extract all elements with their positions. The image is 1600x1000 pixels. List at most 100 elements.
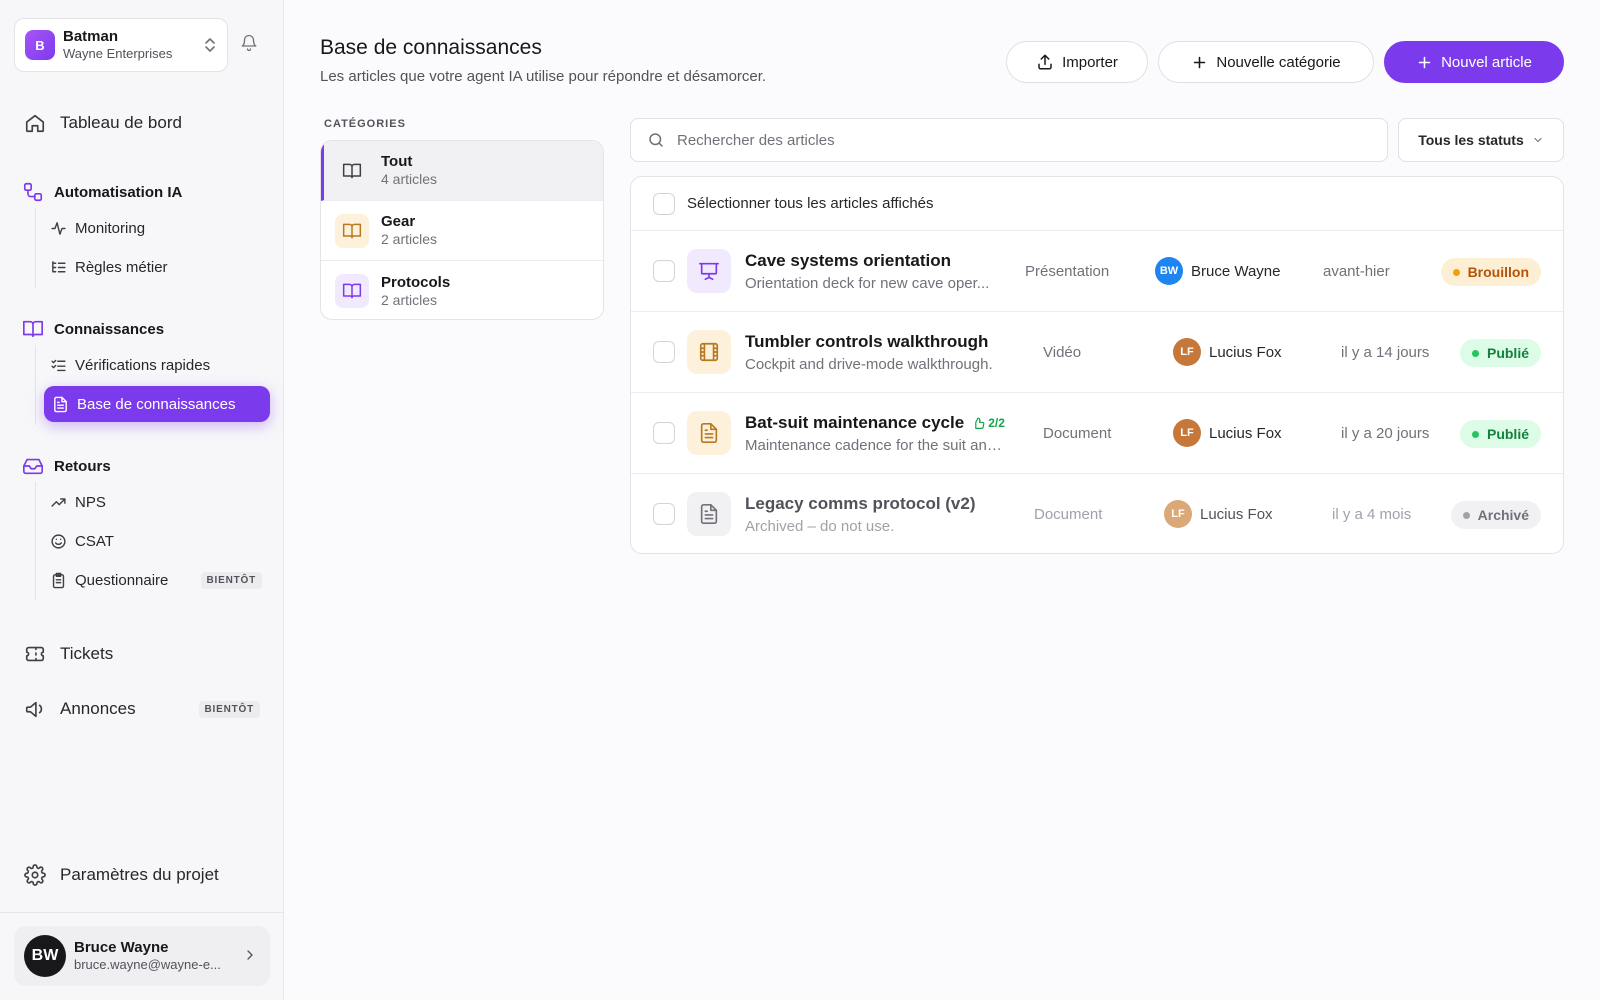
workspace-name: Batman bbox=[63, 28, 119, 46]
status-filter-select[interactable]: Tous les statuts bbox=[1398, 118, 1564, 162]
user-email: bruce.wayne@wayne-e... bbox=[74, 957, 221, 973]
status-filter-value: Tous les statuts bbox=[1418, 132, 1524, 148]
soon-badge: BIENTÔT bbox=[200, 571, 262, 589]
list-checks-icon bbox=[51, 359, 66, 371]
select-all-checkbox[interactable] bbox=[653, 192, 675, 215]
avatar: LF bbox=[1173, 338, 1201, 366]
status-dot bbox=[1471, 430, 1479, 438]
article-date: avant-hier bbox=[1323, 263, 1390, 280]
section-divider bbox=[35, 208, 36, 288]
search-bar bbox=[630, 118, 1388, 162]
category-item-all[interactable]: Tout 4 articles bbox=[321, 141, 603, 201]
new-category-button[interactable]: Nouvelle catégorie bbox=[1158, 41, 1374, 83]
row-checkbox[interactable] bbox=[653, 503, 675, 525]
trending-up-icon bbox=[51, 497, 66, 507]
row-checkbox[interactable] bbox=[653, 341, 675, 363]
import-button-label: Importer bbox=[1062, 53, 1118, 71]
page-subtitle: Les articles que votre agent IA utilise … bbox=[320, 68, 767, 85]
article-description: Orientation deck for new cave oper... bbox=[745, 275, 990, 292]
clipboard-icon bbox=[52, 572, 65, 588]
bell-icon[interactable] bbox=[240, 34, 258, 52]
category-item-protocols[interactable]: Protocols 2 articles bbox=[321, 261, 603, 319]
article-author: LF Lucius Fox bbox=[1173, 419, 1282, 447]
article-title[interactable]: Cave systems orientation bbox=[745, 251, 951, 271]
categories-list: Tout 4 articles Gear 2 articles Protocol… bbox=[320, 140, 604, 320]
article-description: Archived – do not use. bbox=[745, 518, 895, 535]
book-open-icon bbox=[335, 213, 369, 248]
status-badge: Archivé bbox=[1450, 501, 1541, 529]
article-title[interactable]: Tumbler controls walkthrough bbox=[745, 332, 988, 352]
nav-quick-checks-label: Vérifications rapides bbox=[75, 356, 211, 374]
article-type: Document bbox=[1034, 506, 1103, 523]
status-label: Archivé bbox=[1477, 507, 1529, 523]
article-title[interactable]: Legacy comms protocol (v2) bbox=[745, 494, 976, 514]
article-author: BW Bruce Wayne bbox=[1155, 257, 1280, 285]
category-item-gear[interactable]: Gear 2 articles bbox=[321, 201, 603, 261]
chevron-right-icon bbox=[247, 950, 253, 960]
categories-heading: CATÉGORIES bbox=[324, 118, 406, 130]
plus-icon bbox=[1418, 56, 1431, 68]
thumbs-up-icon bbox=[975, 416, 985, 429]
activity-icon bbox=[51, 221, 66, 235]
presentation-icon bbox=[687, 249, 731, 293]
film-icon bbox=[687, 330, 731, 374]
document-icon bbox=[687, 492, 731, 536]
inbox-icon bbox=[23, 458, 43, 475]
table-row[interactable]: Bat-suit maintenance cycle 2/2 Maintenan… bbox=[631, 393, 1563, 474]
nav-dashboard[interactable]: Tableau de bord bbox=[24, 112, 182, 134]
article-date: il y a 20 jours bbox=[1341, 425, 1430, 442]
article-type: Présentation bbox=[1025, 263, 1110, 280]
table-row[interactable]: Legacy comms protocol (v2) Archived – do… bbox=[631, 474, 1563, 553]
status-dot bbox=[1471, 349, 1479, 357]
list-header: Sélectionner tous les articles affichés bbox=[631, 177, 1563, 231]
book-open-icon bbox=[23, 320, 43, 338]
author-name: Bruce Wayne bbox=[1191, 262, 1281, 280]
row-checkbox[interactable] bbox=[653, 260, 675, 282]
nav-announcements[interactable]: Annonces BIENTÔT bbox=[24, 698, 260, 720]
article-date: il y a 14 jours bbox=[1341, 344, 1430, 361]
status-label: Publié bbox=[1486, 345, 1529, 361]
nav-project-settings[interactable]: Paramètres du projet bbox=[24, 864, 219, 886]
status-badge: Publié bbox=[1459, 339, 1541, 367]
nav-csat[interactable]: CSAT bbox=[44, 523, 270, 559]
section-knowledge: Connaissances bbox=[22, 318, 164, 340]
category-name: Protocols bbox=[381, 273, 451, 291]
nav-business-rules[interactable]: Règles métier bbox=[44, 249, 270, 285]
nav-nps[interactable]: NPS bbox=[44, 484, 270, 520]
nav-monitoring-label: Monitoring bbox=[75, 219, 146, 237]
search-icon bbox=[649, 133, 663, 147]
nav-csat-label: CSAT bbox=[75, 532, 114, 550]
nav-survey[interactable]: Questionnaire BIENTÔT bbox=[44, 562, 270, 598]
article-date: il y a 4 mois bbox=[1332, 506, 1412, 523]
file-text-icon bbox=[54, 396, 67, 412]
ticket-icon bbox=[25, 646, 45, 662]
book-open-icon bbox=[335, 154, 369, 188]
avatar: LF bbox=[1173, 419, 1201, 447]
status-dot bbox=[1452, 268, 1460, 276]
table-row[interactable]: Cave systems orientation Orientation dec… bbox=[631, 231, 1563, 312]
user-menu[interactable]: BW Bruce Wayne bruce.wayne@wayne-e... bbox=[14, 926, 270, 986]
nav-tickets[interactable]: Tickets bbox=[24, 643, 113, 665]
status-label: Publié bbox=[1486, 426, 1529, 442]
chevron-down-icon bbox=[1534, 137, 1542, 143]
article-author: LF Lucius Fox bbox=[1173, 338, 1282, 366]
articles-list: Sélectionner tous les articles affichés … bbox=[630, 176, 1564, 554]
section-feedback: Retours bbox=[22, 455, 111, 477]
nav-monitoring[interactable]: Monitoring bbox=[44, 210, 270, 246]
new-article-button[interactable]: Nouvel article bbox=[1384, 41, 1564, 83]
row-checkbox[interactable] bbox=[653, 422, 675, 444]
nav-knowledge-base[interactable]: Base de connaissances bbox=[44, 386, 270, 422]
avatar: BW bbox=[1155, 257, 1183, 285]
article-title-wrap[interactable]: Bat-suit maintenance cycle 2/2 bbox=[745, 413, 1005, 433]
status-badge: Publié bbox=[1459, 420, 1541, 448]
status-badge: Brouillon bbox=[1440, 258, 1541, 286]
workspace-switcher[interactable]: B Batman Wayne Enterprises bbox=[14, 18, 228, 72]
article-type: Vidéo bbox=[1043, 344, 1082, 361]
page-title: Base de connaissances bbox=[320, 36, 542, 59]
search-input[interactable] bbox=[677, 131, 1357, 149]
vote-count-label: 2/2 bbox=[988, 416, 1005, 430]
nav-quick-checks[interactable]: Vérifications rapides bbox=[44, 347, 270, 383]
category-name: Gear bbox=[381, 213, 416, 231]
import-button[interactable]: Importer bbox=[1006, 41, 1148, 83]
table-row[interactable]: Tumbler controls walkthrough Cockpit and… bbox=[631, 312, 1563, 393]
